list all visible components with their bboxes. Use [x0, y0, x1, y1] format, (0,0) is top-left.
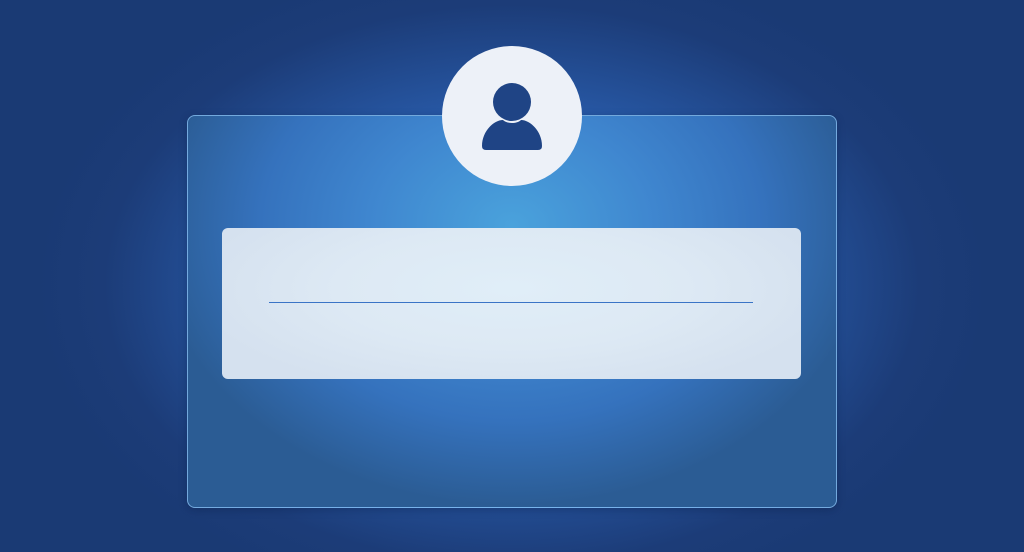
user-icon: [480, 80, 544, 152]
text-field-container: [269, 268, 753, 303]
form-panel: [222, 228, 801, 379]
avatar: [442, 46, 582, 186]
text-input[interactable]: [269, 268, 753, 303]
